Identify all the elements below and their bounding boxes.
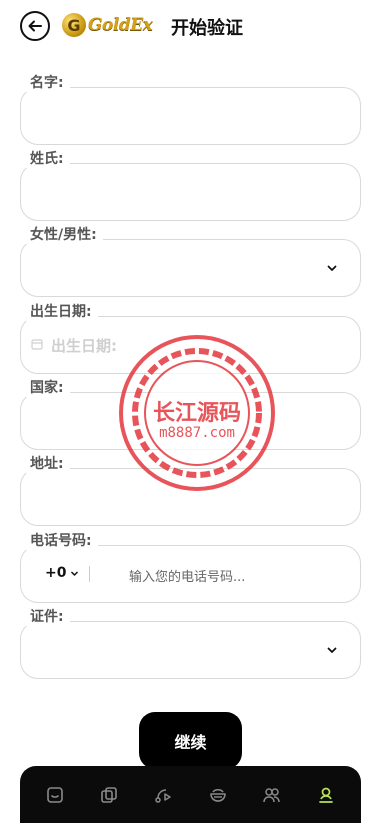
- dob-label: 出生日期:: [24, 303, 98, 321]
- watermark-title: 长江源码: [152, 401, 241, 426]
- nav-bowl[interactable]: [203, 780, 233, 810]
- bottom-nav: [20, 766, 361, 823]
- first-name-label: 名字:: [24, 74, 70, 92]
- watermark: 长江源码 m8887.com: [117, 333, 277, 493]
- country-label: 国家:: [24, 379, 70, 397]
- arrow-left-icon: [28, 20, 42, 32]
- phone-field: +0 输入您的电话号码...: [20, 545, 361, 603]
- last-name-label: 姓氏:: [24, 150, 70, 168]
- gender-label: 女性/男性:: [24, 226, 103, 244]
- id-select[interactable]: [20, 621, 361, 679]
- id-label: 证件:: [24, 608, 70, 626]
- first-name-field[interactable]: [20, 87, 361, 145]
- nav-copy[interactable]: [94, 780, 124, 810]
- logo-text: GoldEx: [88, 15, 153, 35]
- back-button[interactable]: [20, 11, 50, 41]
- country-code-select[interactable]: +0: [45, 565, 79, 581]
- profile-icon: [319, 787, 333, 803]
- country-code-value: +0: [45, 565, 67, 581]
- calendar-icon: [31, 339, 43, 350]
- address-label: 地址:: [24, 455, 70, 473]
- phone-input[interactable]: 输入您的电话号码...: [129, 566, 245, 585]
- continue-button[interactable]: 继续: [139, 712, 242, 769]
- logo: G GoldEx: [62, 12, 153, 38]
- dob-placeholder: 出生日期:: [51, 337, 117, 355]
- bowl-icon: [209, 788, 226, 802]
- copy-icon: [101, 786, 118, 803]
- chevron-down-icon: [327, 647, 337, 653]
- divider: [89, 566, 90, 582]
- route-icon: [155, 788, 172, 803]
- logo-mark: G: [62, 13, 86, 37]
- nav-home[interactable]: [40, 780, 70, 810]
- gender-select[interactable]: [20, 239, 361, 297]
- nav-team[interactable]: [257, 780, 287, 810]
- chevron-down-icon: [327, 265, 337, 271]
- last-name-field[interactable]: [20, 163, 361, 221]
- nav-profile[interactable]: [311, 780, 341, 810]
- nav-route[interactable]: [148, 780, 178, 810]
- phone-label: 电话号码:: [24, 532, 98, 550]
- home-icon: [47, 786, 63, 803]
- page-title: 开始验证: [171, 18, 243, 39]
- chevron-down-icon: [71, 571, 79, 576]
- team-icon: [262, 787, 280, 802]
- header: G GoldEx 开始验证: [0, 0, 382, 52]
- watermark-url: m8887.com: [159, 425, 235, 441]
